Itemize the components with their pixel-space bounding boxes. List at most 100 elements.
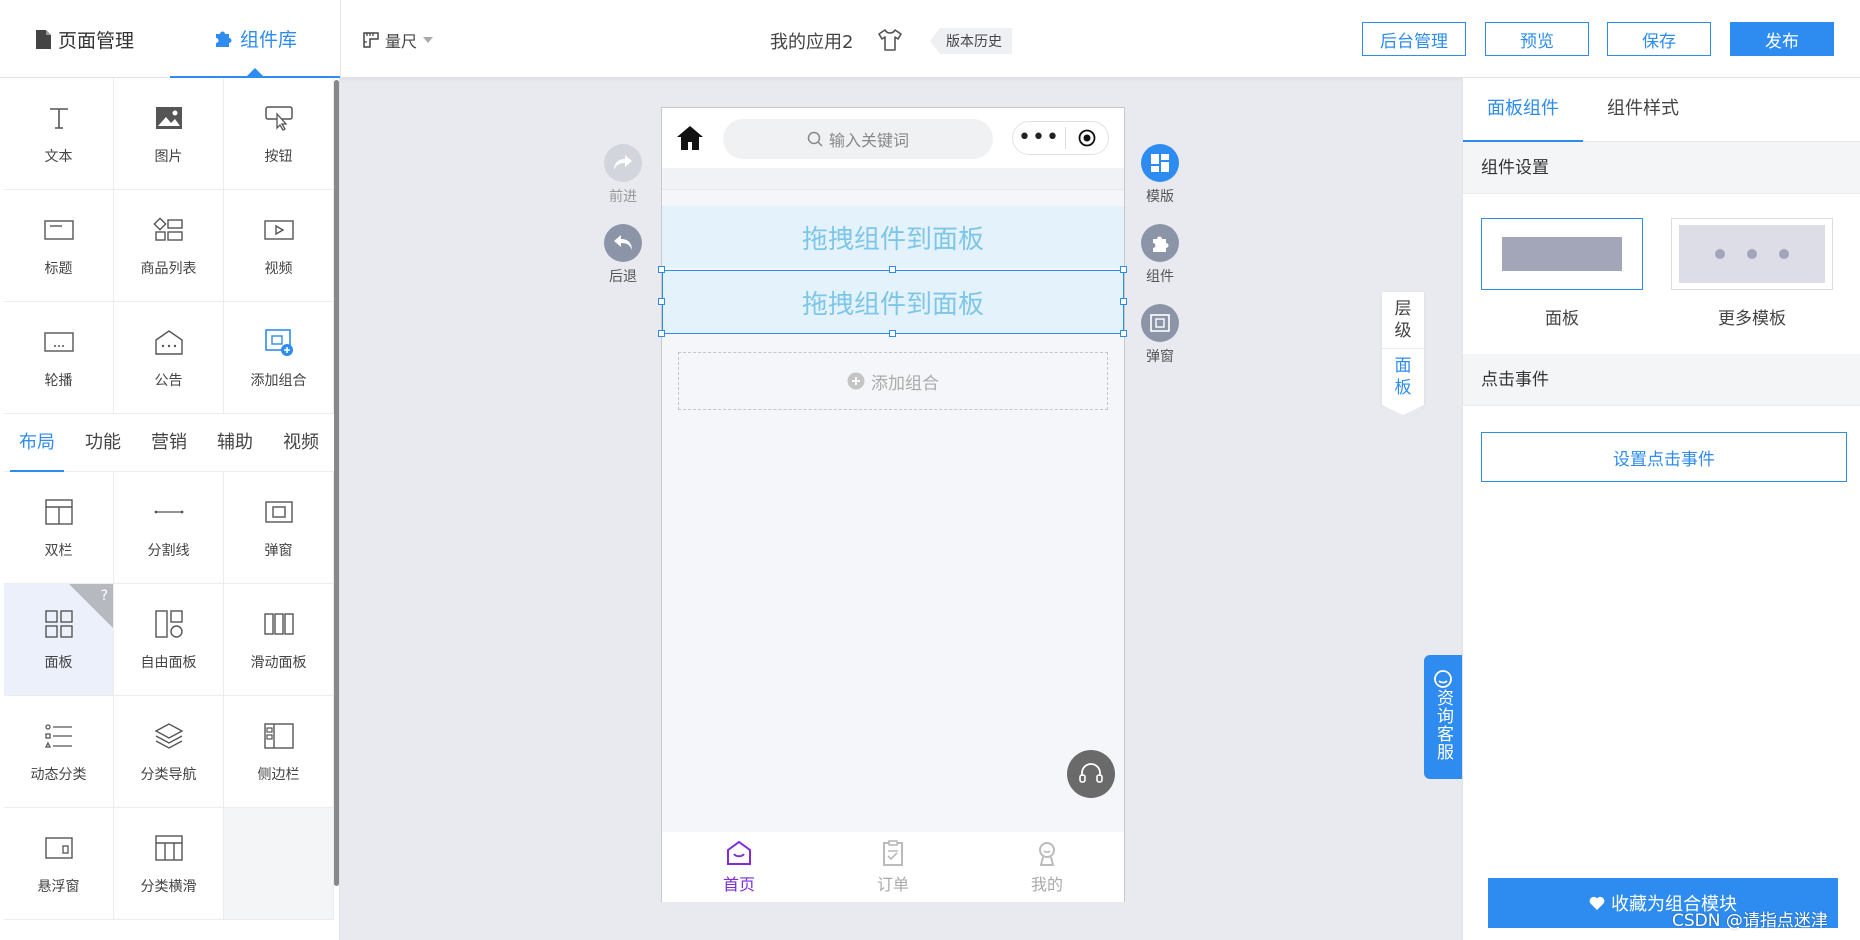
button-icon [264,105,293,131]
component-button[interactable]: 按钮 [224,78,334,190]
template-panel[interactable]: 面板 [1481,218,1643,329]
popup-icon [1150,314,1170,332]
component-category-nav[interactable]: 分类导航 [114,696,224,808]
more-icon[interactable]: ••• [1013,123,1065,153]
component-video[interactable]: 视频 [224,190,334,302]
section-component-settings: 组件设置 [1463,142,1860,194]
component-sliding-panel[interactable]: 滑动面板 [224,584,334,696]
tab-auxiliary[interactable]: 辅助 [202,414,268,472]
watermark: CSDN @请指点迷津 [1672,911,1828,931]
top-bar: 页面管理 组件库 量尺 我的应用2 版本历史 后台管理 预览 保存 发布 [0,0,1860,78]
clipboard-icon [883,840,903,866]
template-more-preview [1671,218,1833,290]
component-button[interactable]: 组件 [1130,224,1190,286]
tab-component-library[interactable]: 组件库 [170,0,340,78]
home-smile-icon [727,840,751,865]
resize-handle[interactable] [658,330,665,337]
tab-marketing[interactable]: 营销 [136,414,202,472]
help-icon[interactable]: ? [101,588,108,604]
template-panel-preview [1481,218,1643,290]
miniprogram-capsule: ••• [1012,121,1109,155]
resize-handle[interactable] [1120,330,1127,337]
consult-customer-service[interactable]: 资询客服 [1424,655,1462,779]
tab-mine[interactable]: 我的 [970,832,1124,902]
component-panel-item[interactable]: ? 面板 [4,584,114,696]
admin-button[interactable]: 后台管理 [1362,22,1466,56]
undo-icon [614,235,632,250]
component-notice[interactable]: 公告 [114,302,224,414]
template-button[interactable]: 模版 [1130,144,1190,206]
component-title[interactable]: 标题 [4,190,114,302]
component-text[interactable]: 文本 [4,78,114,190]
set-click-event-button[interactable]: 设置点击事件 [1481,432,1847,482]
tab-panel-components[interactable]: 面板组件 [1463,78,1583,142]
template-more[interactable]: 更多模板 [1671,218,1833,329]
vertical-tabs: 层级 面板 [1382,292,1424,415]
back-button[interactable]: 后退 [593,224,653,286]
tab-video[interactable]: 视频 [268,414,334,472]
tab-layers[interactable]: 层级 [1382,292,1424,348]
ruler-dropdown[interactable]: 量尺 [363,26,434,54]
tab-orders[interactable]: 订单 [816,832,970,902]
component-two-column[interactable]: 双栏 [4,472,114,584]
resize-handle[interactable] [889,330,896,337]
add-group-icon [264,328,293,356]
dynamic-category-icon [44,723,72,748]
bottom-tab-bar: 首页 订单 我的 [662,832,1124,902]
home-icon[interactable] [676,124,704,152]
component-add-group[interactable]: 添加组合 [224,302,334,414]
sidebar-icon [263,722,294,749]
tab-layout[interactable]: 布局 [4,414,70,472]
redo-icon [614,155,632,170]
empty-cell [224,808,334,920]
component-dynamic-category[interactable]: 动态分类 [4,696,114,808]
preview-button[interactable]: 预览 [1485,22,1589,56]
component-product-list[interactable]: 商品列表 [114,190,224,302]
resize-handle[interactable] [1120,298,1127,305]
publish-button[interactable]: 发布 [1730,22,1834,56]
resize-handle[interactable] [658,298,665,305]
popup-icon [264,500,293,523]
tab-function[interactable]: 功能 [70,414,136,472]
component-image[interactable]: 图片 [114,78,224,190]
template-icon [1151,154,1169,172]
user-icon [1039,842,1055,866]
add-group-button[interactable]: 添加组合 [678,352,1108,410]
drop-panel[interactable]: 拖拽组件到面板 [662,206,1124,268]
component-popup[interactable]: 弹窗 [224,472,334,584]
two-column-icon [44,498,73,525]
notice-icon [154,329,183,355]
forward-button[interactable]: 前进 [593,144,653,206]
header-strip [662,168,1124,190]
tab-component-style[interactable]: 组件样式 [1583,78,1703,142]
component-sidebar[interactable]: 侧边栏 [224,696,334,808]
resize-handle[interactable] [1120,266,1127,273]
resize-handle[interactable] [889,266,896,273]
search-input[interactable]: 输入关键词 [723,119,993,159]
popup-button[interactable]: 弹窗 [1130,304,1190,366]
tab-home[interactable]: 首页 [662,832,816,902]
version-history-button[interactable]: 版本历史 [930,28,1012,54]
component-divider[interactable]: 分割线 [114,472,224,584]
tab-panel[interactable]: 面板 [1382,348,1424,405]
sliding-panel-icon [263,612,294,635]
drop-panel-selected[interactable]: 拖拽组件到面板 [662,270,1124,334]
section-click-event: 点击事件 [1463,354,1860,406]
phone-header: 输入关键词 ••• [662,108,1124,168]
save-button[interactable]: 保存 [1607,22,1711,56]
text-icon [49,107,68,129]
layers-icon [154,722,183,749]
customer-service-fab[interactable] [1067,750,1115,798]
component-free-panel[interactable]: 自由面板 [114,584,224,696]
category-scroll-icon [154,834,183,861]
shirt-icon[interactable] [877,28,903,52]
close-app-icon[interactable] [1066,128,1108,148]
resize-handle[interactable] [658,266,665,273]
chat-icon [1434,670,1452,688]
component-floating-window[interactable]: 悬浮窗 [4,808,114,920]
tab-page-management[interactable]: 页面管理 [0,0,170,78]
phone-canvas: 输入关键词 ••• 拖拽组件到面板 拖拽组件到面板 添加组合 首页 订单 我的 [658,107,1127,902]
component-carousel[interactable]: 轮播 [4,302,114,414]
component-category-scroll[interactable]: 分类横滑 [114,808,224,920]
scrollbar[interactable] [334,80,339,886]
